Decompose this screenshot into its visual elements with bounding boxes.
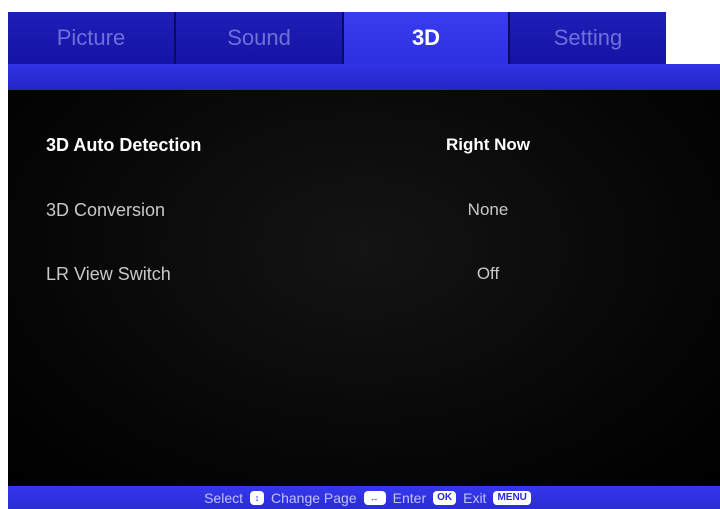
- setting-label: 3D Conversion: [46, 200, 166, 220]
- setting-label: 3D Auto Detection: [46, 135, 202, 155]
- menu-tabs: Picture Sound 3D Setting: [8, 12, 666, 64]
- ok-key-icon: OK: [433, 490, 457, 505]
- key-hint-bar: Select ↕ Change Page ↔ Enter OK Exit MEN…: [8, 486, 720, 509]
- setting-row-lr-view-switch[interactable]: LR View Switch Off: [8, 264, 720, 294]
- exit-hint-label: Exit: [463, 489, 487, 506]
- tab-picture[interactable]: Picture: [8, 12, 174, 64]
- tab-sound[interactable]: Sound: [174, 12, 342, 64]
- setting-row-3d-auto-detection[interactable]: 3D Auto Detection Right Now: [8, 135, 720, 165]
- header-band: [8, 64, 720, 90]
- tab-3d[interactable]: 3D: [342, 12, 508, 64]
- select-hint-label: Select: [204, 489, 243, 506]
- setting-label: LR View Switch: [46, 264, 171, 284]
- setting-value: Off: [476, 264, 500, 283]
- enter-hint-label: Enter: [392, 489, 427, 506]
- setting-value: Right Now: [445, 135, 531, 154]
- up-down-arrow-icon: ↕: [250, 490, 264, 505]
- change-page-hint-label: Change Page: [271, 489, 357, 506]
- setting-row-3d-conversion[interactable]: 3D Conversion None: [8, 200, 720, 230]
- menu-key-icon: MENU: [493, 490, 531, 505]
- tab-setting[interactable]: Setting: [508, 12, 666, 64]
- left-right-arrow-icon: ↔: [363, 490, 386, 505]
- setting-value: None: [467, 200, 509, 219]
- settings-panel: 3D Auto Detection Right Now 3D Conversio…: [8, 90, 720, 486]
